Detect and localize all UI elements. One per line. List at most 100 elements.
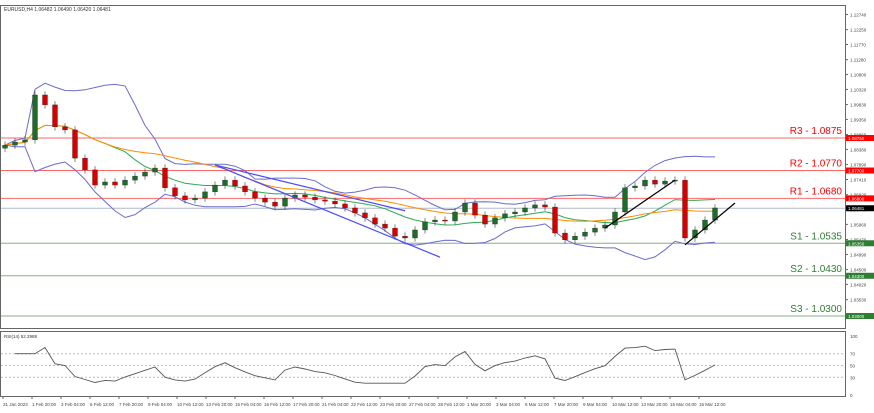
- candle-body: [552, 206, 558, 234]
- candle-body: [412, 229, 418, 239]
- time-tick-label: 22 Feb 12:00: [351, 402, 378, 407]
- time-tick-label: 17 Feb 20:00: [293, 402, 320, 407]
- bollinger-lower: [4, 144, 716, 261]
- price-chart[interactable]: EURUSD,H4 1.06482 1.06490 1.06420 1.0648…: [0, 0, 874, 413]
- price-tick-label: 1.10800: [850, 73, 867, 78]
- price-tick-label: 1.08380: [850, 147, 867, 152]
- price-tick-label: 1.09830: [850, 103, 867, 108]
- trendline[interactable]: [604, 179, 676, 229]
- main-panel-frame: [0, 5, 846, 329]
- candle-body: [662, 180, 668, 185]
- time-tick-label: 7 Feb 20:00: [119, 402, 144, 407]
- time-tick-label: 3 Mar 04:00: [496, 402, 521, 407]
- price-tick-label: 1.09350: [850, 117, 867, 122]
- price-tick-label: 1.05960: [850, 222, 867, 227]
- time-tick-label: 13 Mar 20:00: [641, 402, 668, 407]
- candle-body: [52, 104, 58, 128]
- candle-body: [142, 171, 148, 177]
- price-tick-label: 1.12250: [850, 28, 867, 33]
- candle-body: [62, 126, 68, 131]
- price-tick-label: 1.10320: [850, 87, 867, 92]
- candle-body: [392, 227, 398, 237]
- candle-body: [472, 202, 478, 216]
- time-tick-label: 6 Mar 12:00: [525, 402, 550, 407]
- candle-body: [482, 214, 488, 225]
- level-price-label: 1.07700: [848, 169, 865, 174]
- candle-body: [82, 157, 88, 171]
- candle-body: [522, 207, 528, 213]
- candle-body: [642, 179, 648, 187]
- level-price-label: 1.03000: [848, 314, 865, 319]
- price-tick-label: 1.04990: [850, 252, 867, 257]
- rsi-panel-frame: [0, 331, 846, 397]
- price-tick-label: 1.12740: [850, 12, 867, 17]
- candle-body: [302, 194, 308, 198]
- level-label: R2 - 1.0770: [790, 159, 843, 170]
- candle-body: [132, 175, 138, 181]
- time-tick-label: 16 Feb 12:00: [264, 402, 291, 407]
- candle-body: [182, 195, 188, 201]
- price-tick-label: 1.04500: [850, 268, 867, 273]
- time-tick-label: 7 Mar 20:00: [554, 402, 579, 407]
- level-label: R3 - 1.0875: [790, 126, 843, 137]
- symbol-header: EURUSD,H4 1.06482 1.06490 1.06420 1.0648…: [4, 7, 111, 13]
- candle-body: [152, 167, 158, 173]
- candle-body: [282, 197, 288, 207]
- rsi-tick-label: 70: [850, 352, 856, 357]
- candle-body: [512, 211, 518, 215]
- level-price-label: 1.04300: [848, 274, 865, 279]
- candle-body: [432, 219, 438, 223]
- candle-body: [122, 179, 128, 186]
- time-tick-label: 27 Feb 04:00: [409, 402, 436, 407]
- trendline[interactable]: [684, 202, 736, 246]
- candle-body: [312, 196, 318, 201]
- candle-body: [42, 94, 48, 106]
- candle-body: [442, 219, 448, 222]
- candle-body: [12, 141, 18, 146]
- candle-body: [322, 199, 328, 202]
- candle-body: [632, 185, 638, 188]
- candle-body: [402, 235, 408, 239]
- candle-body: [592, 227, 598, 233]
- rsi-label: RSI(14) 52.2988: [4, 334, 38, 339]
- candle-body: [382, 223, 388, 229]
- candle-body: [92, 169, 98, 186]
- price-tick-label: 1.03530: [850, 298, 867, 303]
- moving-average-fast: [4, 124, 716, 226]
- time-tick-label: 31 Jan 2023: [3, 402, 28, 407]
- level-label: S2 - 1.0430: [790, 264, 842, 275]
- candle-body: [252, 191, 258, 199]
- candle-body: [242, 185, 248, 193]
- time-tick-label: 1 Mar 20:00: [467, 402, 492, 407]
- candle-body: [352, 207, 358, 214]
- time-tick-label: 3 Feb 04:00: [61, 402, 86, 407]
- price-tick-label: 1.11280: [850, 58, 866, 63]
- moving-average-slow: [4, 124, 716, 222]
- candle-body: [222, 179, 228, 186]
- candle-body: [502, 213, 508, 219]
- time-tick-label: 15 Mar 04:00: [670, 402, 697, 407]
- candle-body: [452, 211, 458, 222]
- candle-body: [462, 202, 468, 213]
- level-label: S1 - 1.0535: [790, 231, 842, 242]
- rsi-tick-label: 30: [850, 375, 856, 380]
- candle-body: [192, 197, 198, 201]
- time-tick-label: 15 Feb 04:00: [235, 402, 262, 407]
- time-tick-label: 10 Mar 12:00: [612, 402, 639, 407]
- price-tick-label: 1.07410: [850, 177, 867, 182]
- candle-body: [262, 197, 268, 203]
- time-tick-label: 9 Feb 04:00: [148, 402, 173, 407]
- time-tick-label: 9 Mar 04:00: [583, 402, 608, 407]
- candle-body: [72, 129, 78, 159]
- candle-body: [32, 94, 38, 141]
- level-price-label: 1.06800: [848, 196, 865, 201]
- rsi-tick-label: 50: [850, 364, 856, 369]
- time-tick-label: 23 Feb 20:00: [380, 402, 407, 407]
- candle-body: [572, 235, 578, 241]
- candle-body: [332, 201, 338, 205]
- time-tick-label: 1 Feb 20:00: [32, 402, 57, 407]
- candle-body: [272, 201, 278, 207]
- candle-body: [102, 181, 108, 186]
- price-tick-label: 1.11770: [850, 43, 866, 48]
- time-tick-label: 16 Mar 12:00: [699, 402, 726, 407]
